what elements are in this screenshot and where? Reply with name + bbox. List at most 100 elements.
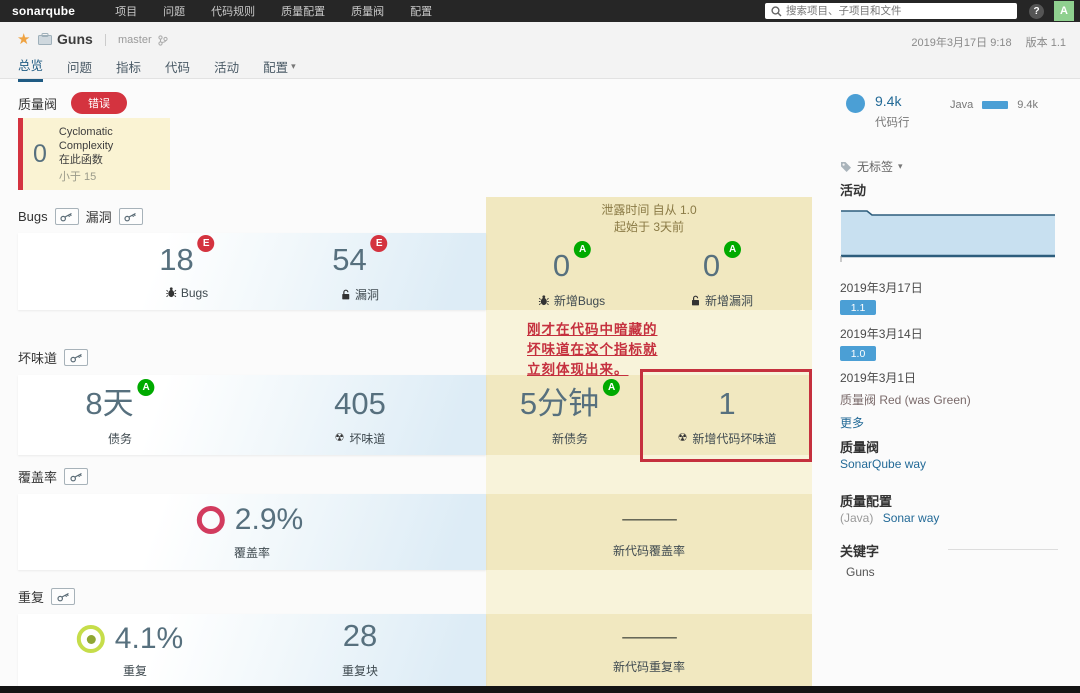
nav-quality-profiles[interactable]: 质量配置 (281, 3, 325, 19)
tab-settings[interactable]: 配置 ▾ (263, 55, 296, 82)
size-rating-bubble (846, 94, 865, 113)
nav-projects[interactable]: 项目 (115, 3, 137, 19)
new-vulnerabilities-measure[interactable]: 0A 新增漏洞 (691, 241, 754, 309)
new-coverage-value: — (621, 507, 677, 530)
lines-of-code-value[interactable]: 9.4k (875, 93, 910, 109)
new-duplication-value: — (621, 625, 677, 648)
debt-measure[interactable]: 8天 A 债务 (85, 379, 155, 447)
smells-history-link[interactable] (64, 349, 89, 366)
favorite-star-icon[interactable]: ★ (17, 30, 30, 48)
quality-gate-condition-card[interactable]: 0 Cyclomatic Complexity 在此函数 小于 15 (18, 118, 170, 190)
smells-measure[interactable]: 405 ☢ 坏味道 (334, 386, 386, 447)
nav-quality-gates[interactable]: 质量阀 (351, 3, 384, 19)
activity-sparkline-chart[interactable] (840, 203, 1056, 263)
show-more-link[interactable]: 更多 (840, 414, 971, 431)
coverage-donut-icon (196, 506, 225, 534)
tags-selector[interactable]: 无标签 ▾ (840, 158, 903, 175)
debt-rating-badge: A (137, 379, 155, 396)
bottom-bar (0, 686, 1080, 693)
chevron-down-icon: ▾ (291, 60, 296, 71)
debt-label: 债务 (107, 431, 132, 446)
activity-event: 2019年3月14日 1.0 (840, 325, 923, 361)
smells-value: 405 (334, 386, 386, 421)
annotation-line-3: 立刻体现出来。 (527, 362, 629, 377)
tab-activity[interactable]: 活动 (214, 55, 239, 82)
quality-gate-title: 质量阀 (18, 96, 58, 112)
quality-profile-link[interactable]: Sonar way (883, 511, 940, 525)
condition-scope: 在此函数 (58, 153, 103, 166)
quality-gate-status-badge[interactable]: 错误 (71, 92, 128, 114)
divider (948, 549, 1058, 550)
new-vulnerabilities-value: 0 (702, 248, 721, 283)
user-avatar[interactable]: A (1054, 1, 1074, 21)
language-name: Java (950, 99, 974, 111)
lock-icon (691, 295, 700, 306)
duplicated-blocks-label: 重复块 (341, 663, 379, 678)
quality-gate-link[interactable]: SonarQube way (840, 457, 926, 471)
bugs-section-header: Bugs 漏洞 (18, 207, 143, 226)
global-search[interactable] (765, 3, 1017, 19)
leak-period-subtitle: 起始于 3天前 (613, 220, 684, 234)
analysis-meta: 2019年3月17日 9:18 版本 1.1 (911, 34, 1066, 50)
new-smells-measure[interactable]: 1 ☢ 新增代码坏味道 (677, 387, 777, 447)
project-header: ★ Guns master 2019年3月17日 9:18 版本 1.1 总览 … (0, 22, 1080, 82)
vulnerabilities-measure[interactable]: 54 E 漏洞 (332, 235, 388, 303)
version-badge: 1.1 (840, 300, 876, 315)
vulnerabilities-history-link[interactable] (118, 208, 143, 225)
bugs-value: 18 (159, 242, 194, 277)
radiation-icon: ☢ (677, 431, 688, 444)
new-debt-measure[interactable]: 5分钟 A 新债务 (520, 379, 621, 447)
help-icon[interactable]: ? (1029, 3, 1044, 19)
tab-overview[interactable]: 总览 (18, 55, 44, 82)
tab-measures[interactable]: 指标 (116, 55, 141, 82)
project-name[interactable]: Guns (57, 31, 93, 47)
vulnerabilities-rating-badge: E (370, 235, 388, 252)
language-distribution: Java 9.4k (950, 99, 1038, 111)
activity-event: 2019年3月1日 质量阀 Red (was Green) 更多 (840, 369, 971, 431)
sonarqube-logo[interactable]: sonarqube (12, 4, 75, 18)
nav-rules[interactable]: 代码规则 (211, 3, 255, 19)
nav-issues[interactable]: 问题 (163, 3, 185, 19)
tab-code[interactable]: 代码 (165, 55, 190, 82)
coverage-history-link[interactable] (64, 468, 89, 485)
bugs-history-link[interactable] (54, 208, 79, 225)
chevron-down-icon: ▾ (898, 161, 903, 171)
bugs-measure[interactable]: 18 E Bugs (159, 235, 215, 300)
new-bugs-rating-badge: A (574, 241, 592, 258)
new-debt-rating-badge: A (603, 379, 621, 396)
analysis-date: 2019年3月17日 9:18 (911, 37, 1012, 49)
duplicated-blocks-measure[interactable]: 28 重复块 (341, 619, 379, 679)
new-coverage-measure[interactable]: — 新代码覆盖率 (613, 508, 685, 559)
project-key-value: Guns (846, 565, 875, 579)
overview-sidebar: 9.4k 代码行 Java 9.4k 无标签 ▾ 活动 2019年3月17日 1… (838, 79, 1068, 679)
nav-settings[interactable]: 配置 (410, 3, 432, 19)
search-input[interactable] (786, 5, 1011, 17)
tab-issues[interactable]: 问题 (67, 55, 92, 82)
tags-label: 无标签 (857, 160, 894, 174)
new-vulnerabilities-label: 新增漏洞 (704, 293, 754, 308)
leak-period-header: 泄露时间 自从 1.0 起始于 3天前 (486, 202, 812, 236)
duplications-history-link[interactable] (51, 588, 76, 605)
annotation-line-1: 刚才在代码中暗藏的 (527, 322, 658, 337)
tag-icon (840, 161, 852, 173)
lines-of-code-label: 代码行 (875, 117, 910, 129)
duplication-donut-icon (76, 625, 105, 653)
duplication-label: 重复 (122, 664, 148, 678)
tab-settings-label: 配置 (263, 60, 289, 75)
new-smells-label: 新增代码坏味道 (692, 431, 777, 446)
coverage-measure[interactable]: 2.9% (196, 503, 303, 537)
quality-gate-header: 质量阀 错误 (18, 92, 128, 114)
smells-section-header: 坏味道 (18, 348, 89, 367)
duplication-measure[interactable]: 4.1% (76, 622, 183, 656)
event-date: 2019年3月14日 (840, 327, 923, 341)
leak-period-title: 泄露时间 自从 1.0 (601, 203, 697, 217)
debt-value: 8天 (85, 386, 134, 421)
project-tabs: 总览 问题 指标 代码 活动 配置 ▾ (18, 55, 296, 82)
profile-language: (Java) (840, 511, 874, 525)
new-bugs-measure[interactable]: 0A 新增Bugs (538, 241, 605, 309)
global-navbar: sonarqube 项目 问题 代码规则 质量配置 质量阀 配置 ? A (0, 0, 1080, 22)
new-debt-label: 新债务 (551, 431, 588, 446)
condition-value: 0 (33, 139, 47, 168)
new-duplication-measure[interactable]: — 新代码重复率 (613, 626, 685, 675)
new-coverage-label: 新代码覆盖率 (612, 544, 686, 558)
